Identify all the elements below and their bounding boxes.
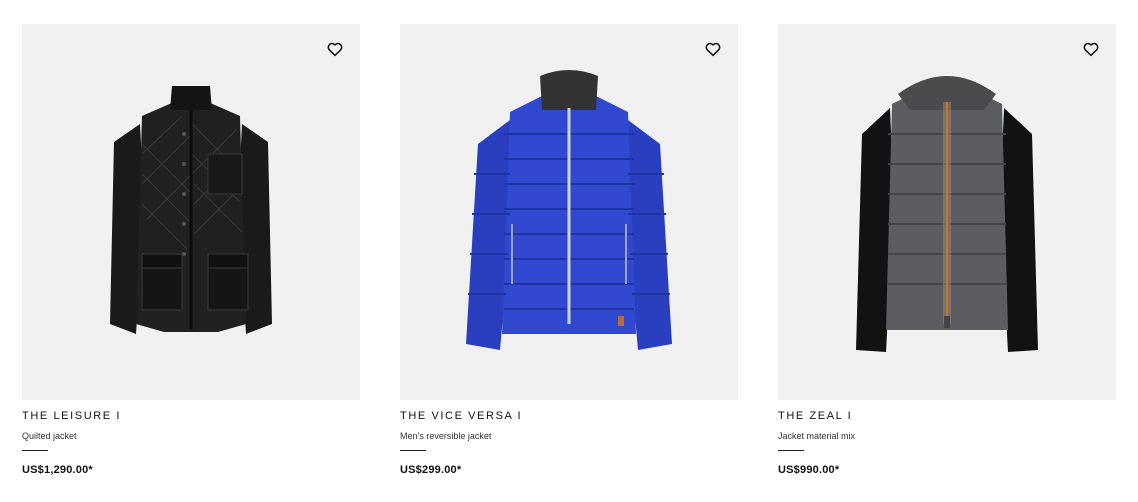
product-subtitle: Quilted jacket	[22, 431, 77, 441]
product-price: US$299.00*	[400, 464, 462, 476]
heart-icon[interactable]	[1082, 40, 1100, 58]
divider	[22, 450, 48, 451]
quilted-jacket-image	[110, 86, 272, 334]
product-subtitle: Jacket material mix	[778, 431, 856, 441]
divider	[778, 450, 804, 451]
divider	[400, 450, 426, 451]
heart-icon[interactable]	[326, 40, 344, 58]
puffer-jacket-image	[466, 70, 672, 350]
product-price: US$1,290.00*	[22, 464, 93, 476]
product-title[interactable]: THE ZEAL I	[778, 410, 1116, 422]
heart-icon[interactable]	[704, 40, 722, 58]
product-image[interactable]	[400, 24, 738, 400]
product-card[interactable]: THE ZEAL I Jacket material mix US$990.00…	[778, 24, 1116, 476]
product-subtitle: Men’s reversible jacket	[400, 431, 492, 441]
product-title[interactable]: THE LEISURE I	[22, 410, 360, 422]
product-card[interactable]: THE VICE VERSA I Men’s reversible jacket…	[400, 24, 738, 476]
product-card[interactable]: THE LEISURE I Quilted jacket US$1,290.00…	[22, 24, 360, 476]
product-grid: THE LEISURE I Quilted jacket US$1,290.00…	[0, 0, 1138, 502]
product-image[interactable]	[778, 24, 1116, 400]
product-title[interactable]: THE VICE VERSA I	[400, 410, 738, 422]
product-price: US$990.00*	[778, 464, 840, 476]
hooded-jacket-image	[856, 76, 1038, 352]
product-image[interactable]	[22, 24, 360, 400]
